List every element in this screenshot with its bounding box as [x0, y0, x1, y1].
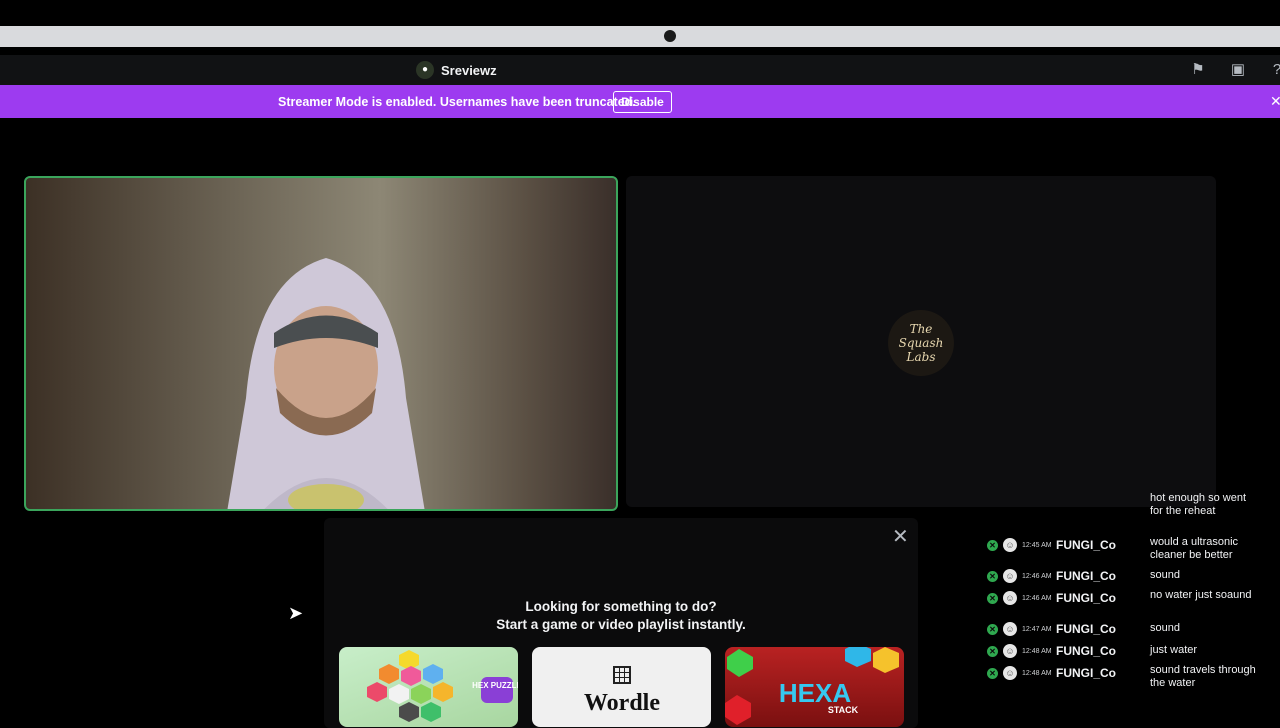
banner-close-icon[interactable]: ✕	[1270, 93, 1280, 110]
chat-username[interactable]: FUNGI_Co	[1056, 644, 1116, 658]
chat-username[interactable]: FUNGI_Co	[1056, 591, 1116, 605]
chat-username[interactable]: FUNGI_Co	[1056, 569, 1116, 583]
chat-text: sound	[1150, 622, 1180, 634]
activity-heading-line2: Start a game or video playlist instantly…	[496, 617, 746, 632]
mouse-cursor-icon: ➤	[288, 603, 304, 623]
game-card-hexa-stack[interactable]: HEXA STACK	[725, 647, 904, 727]
mod-badge-icon: ✕	[987, 593, 998, 604]
chat-time: 12:48 AM	[1022, 670, 1052, 677]
game-hexa-label: HEXA	[779, 678, 851, 708]
chat-time: 12:46 AM	[1022, 573, 1052, 580]
title-bar	[0, 55, 1280, 85]
avatar: ☺	[1003, 666, 1017, 680]
avatar: ☺	[1003, 591, 1017, 605]
disable-button[interactable]: Disable	[613, 91, 672, 113]
mod-badge-icon: ✕	[987, 646, 998, 657]
game-hexa-sub: STACK	[828, 705, 859, 715]
help-icon[interactable]: ?	[1268, 61, 1280, 79]
mod-badge-icon: ✕	[987, 624, 998, 635]
chat-text: sound	[1150, 569, 1180, 581]
video-tile[interactable]	[24, 176, 618, 511]
chat-time: 12:47 AM	[1022, 626, 1052, 633]
game-card-hex-puzzle[interactable]: HEX PUZZLE	[339, 647, 518, 727]
activity-heading: Looking for something to do? Start a gam…	[324, 598, 918, 634]
chat-time: 12:48 AM	[1022, 648, 1052, 655]
avatar: ☺	[1003, 569, 1017, 583]
chat-text: no water just soaund	[1150, 589, 1252, 601]
browser-bezel	[0, 26, 1280, 47]
close-panel-icon[interactable]: ✕	[892, 524, 909, 549]
chat-text: sound travels through the water	[1150, 664, 1256, 689]
chat-time: 12:45 AM	[1022, 542, 1052, 549]
hexa-stack-art: HEXA STACK	[725, 647, 899, 725]
screen-record-icon[interactable]: ▣	[1229, 61, 1247, 79]
avatar: ☺	[1003, 622, 1017, 636]
chat-username[interactable]: FUNGI_Co	[1056, 538, 1116, 552]
banner-text: Streamer Mode is enabled. Usernames have…	[278, 95, 636, 109]
chat-overlay: hot enough so went for the reheat ✕ ☺ 12…	[984, 490, 1280, 690]
game-card-wordle[interactable]: Wordle	[532, 647, 711, 727]
avatar: ☺	[1003, 538, 1017, 552]
camera-dot	[664, 30, 676, 42]
mod-badge-icon: ✕	[987, 571, 998, 582]
hex-puzzle-art: HEX PUZZLE	[367, 650, 518, 722]
activity-heading-line1: Looking for something to do?	[525, 599, 717, 614]
chat-username[interactable]: FUNGI_Co	[1056, 666, 1116, 680]
chat-username[interactable]: FUNGI_Co	[1056, 622, 1116, 636]
mod-badge-icon: ✕	[987, 540, 998, 551]
game-hex-label: HEX PUZZLE	[472, 681, 518, 690]
chat-partial-message: hot enough so went for the reheat	[1150, 492, 1247, 517]
game-wordle-label: Wordle	[584, 690, 660, 716]
wordle-art: Wordle	[584, 666, 660, 716]
chat-text: would a ultrasonic cleaner be better	[1150, 536, 1239, 561]
mod-badge-icon: ✕	[987, 668, 998, 679]
participant-avatar-logo: The Squash Labs	[888, 310, 954, 376]
flag-icon[interactable]: ⚑	[1189, 61, 1207, 79]
server-avatar[interactable]: ●	[416, 61, 434, 79]
chat-text: just water	[1150, 644, 1198, 656]
chat-time: 12:46 AM	[1022, 595, 1052, 602]
server-name[interactable]: Sreviewz	[441, 63, 497, 78]
avatar: ☺	[1003, 644, 1017, 658]
participant-video	[227, 258, 425, 509]
